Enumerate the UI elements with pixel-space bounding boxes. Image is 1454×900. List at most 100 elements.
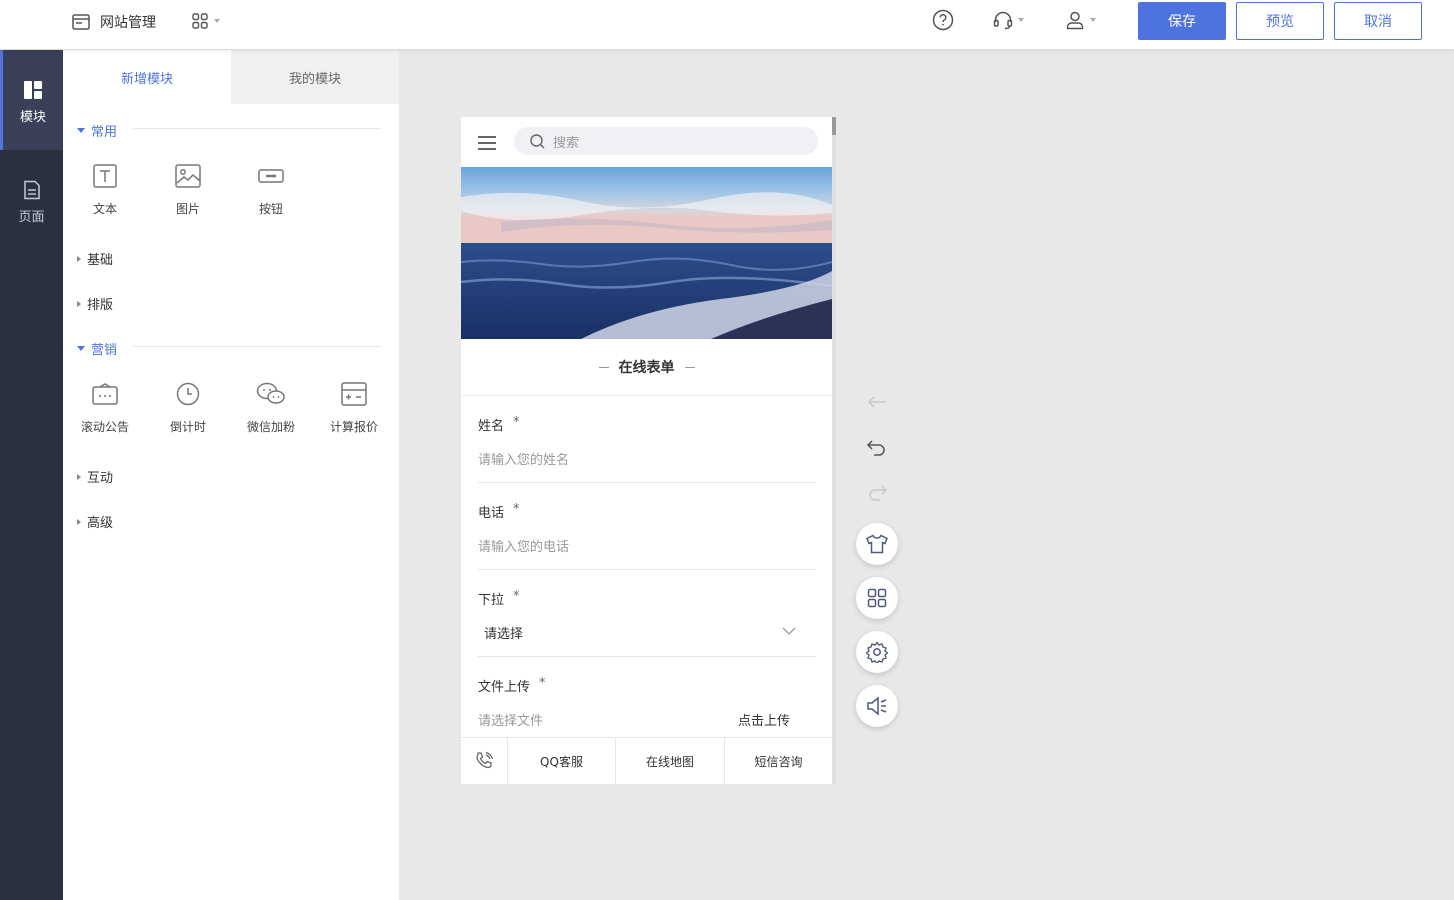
left-rail: 模块 页面	[0, 50, 63, 900]
headset-icon	[993, 11, 1013, 30]
user-icon	[1066, 11, 1084, 30]
gear-icon	[866, 641, 888, 663]
preview-button[interactable]: 预览	[1236, 2, 1324, 40]
qq-service-button[interactable]: QQ客服	[507, 738, 615, 784]
cancel-button[interactable]: 取消	[1334, 2, 1422, 40]
caret-right-icon	[77, 518, 81, 525]
banner-image	[461, 167, 832, 339]
calculator-icon	[341, 382, 367, 406]
apps-menu[interactable]	[192, 13, 220, 29]
caret-right-icon	[77, 473, 81, 480]
tab-add-module[interactable]: 新增模块	[63, 50, 231, 104]
page-icon	[23, 180, 40, 200]
phone-call-button[interactable]	[461, 738, 507, 784]
file-input[interactable]: 请选择文件	[478, 710, 543, 729]
section-interactive[interactable]: 互动	[77, 467, 113, 486]
chevron-down-icon[interactable]	[782, 627, 796, 635]
tab-my-modules[interactable]: 我的模块	[231, 50, 399, 104]
caret-down-icon	[77, 128, 85, 133]
upload-button[interactable]: 点击上传	[738, 710, 790, 729]
scrollbar-thumb[interactable]	[832, 117, 836, 135]
module-wechat[interactable]: 微信加粉	[235, 382, 307, 435]
text-icon	[93, 164, 117, 188]
customer-service-menu[interactable]	[992, 9, 1024, 31]
section-label: 排版	[87, 298, 114, 313]
module-scroll-notice[interactable]: 滚动公告	[69, 382, 141, 435]
layout-button[interactable]	[856, 577, 898, 619]
module-calculator[interactable]: 计算报价	[318, 382, 390, 435]
section-label: 常用	[91, 125, 118, 140]
chevron-down-icon	[214, 19, 220, 23]
countdown-icon	[176, 382, 200, 406]
required-marker: *	[513, 415, 520, 430]
site-management-label: 网站管理	[100, 15, 156, 31]
dropdown-select[interactable]: 请选择	[484, 623, 523, 642]
shirt-icon	[866, 534, 888, 554]
field-label-text: 下拉	[478, 593, 505, 608]
online-map-button[interactable]: 在线地图	[615, 738, 724, 784]
phone-header: 搜索	[461, 117, 832, 167]
grid-icon	[867, 588, 887, 608]
top-bar: 网站管理 保存 预览 取消	[0, 0, 1454, 50]
hamburger-menu-icon[interactable]	[478, 135, 496, 151]
phone-input[interactable]: 请输入您的电话	[478, 536, 569, 555]
title-dash	[598, 366, 609, 368]
module-label: 微信加粉	[246, 420, 295, 434]
phone-call-icon	[476, 751, 494, 769]
section-layout[interactable]: 排版	[77, 294, 113, 313]
settings-button[interactable]	[856, 631, 898, 673]
required-marker: *	[513, 502, 520, 517]
phone-preview: 搜索 在线表单 姓名 * 请输入您的姓名 电话 * 请输入您的电话 下拉 * 请…	[461, 117, 832, 784]
sms-inquiry-button[interactable]: 短信咨询	[724, 738, 832, 784]
form-field-name: 姓名 * 请输入您的姓名	[478, 415, 816, 483]
theme-button[interactable]	[856, 523, 898, 565]
section-basic[interactable]: 基础	[77, 249, 113, 268]
redo-icon[interactable]	[866, 483, 888, 501]
help-button[interactable]	[932, 9, 954, 35]
section-divider	[133, 346, 381, 347]
section-marketing[interactable]: 营销	[77, 339, 117, 358]
website-icon	[72, 14, 90, 30]
search-icon	[530, 133, 545, 148]
wechat-icon	[256, 382, 285, 404]
phone-scrollbar[interactable]	[832, 117, 836, 784]
field-label: 下拉 *	[478, 589, 816, 608]
undo-icon[interactable]	[866, 438, 888, 456]
rail-item-pages[interactable]: 页面	[0, 150, 63, 250]
module-image[interactable]: 图片	[152, 164, 224, 217]
module-button[interactable]: 按钮	[235, 164, 307, 217]
user-menu[interactable]	[1064, 9, 1096, 31]
panel-tabs: 新增模块 我的模块	[63, 50, 399, 104]
field-divider	[478, 656, 816, 657]
section-divider	[133, 128, 381, 129]
rail-item-label: 页面	[18, 210, 45, 225]
module-icon	[24, 81, 42, 99]
module-text[interactable]: 文本	[69, 164, 141, 217]
image-icon	[175, 164, 201, 188]
button-icon	[258, 169, 284, 183]
rail-item-modules[interactable]: 模块	[0, 50, 63, 150]
chevron-down-icon	[1018, 18, 1024, 22]
search-placeholder: 搜索	[553, 135, 580, 151]
rail-item-label: 模块	[19, 110, 46, 125]
module-label: 文本	[92, 202, 117, 216]
phone-bottom-bar: QQ客服 在线地图 短信咨询	[461, 737, 832, 784]
help-icon	[932, 9, 954, 31]
site-management[interactable]: 网站管理	[72, 12, 156, 32]
field-divider	[478, 482, 816, 483]
field-label: 姓名 *	[478, 415, 816, 434]
back-arrow-icon[interactable]	[866, 395, 888, 409]
chevron-down-icon	[1090, 18, 1096, 22]
section-common[interactable]: 常用	[77, 121, 117, 140]
speaker-icon	[867, 696, 887, 716]
name-input[interactable]: 请输入您的姓名	[478, 449, 569, 468]
module-label: 滚动公告	[80, 420, 129, 434]
section-advanced[interactable]: 高级	[77, 512, 113, 531]
module-label: 按钮	[258, 202, 283, 216]
phone-search-bar[interactable]: 搜索	[514, 127, 818, 155]
module-countdown[interactable]: 倒计时	[152, 382, 224, 435]
field-label-text: 文件上传	[478, 680, 531, 695]
sound-button[interactable]	[856, 685, 898, 727]
save-button[interactable]: 保存	[1138, 2, 1226, 40]
caret-down-icon	[77, 346, 85, 351]
